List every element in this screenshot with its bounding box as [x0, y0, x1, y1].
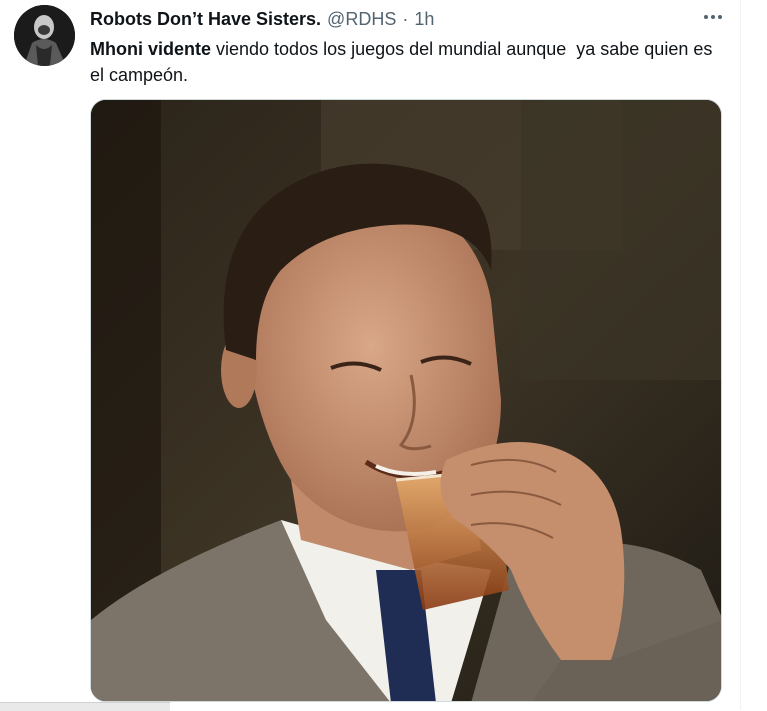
timestamp[interactable]: 1h — [414, 9, 434, 30]
tweet-header: Robots Don’t Have Sisters. @RDHS · 1h — [90, 8, 434, 30]
avatar[interactable] — [14, 5, 75, 66]
separator-dot: · — [402, 8, 409, 29]
timeline-divider — [740, 0, 741, 710]
meme-image — [91, 100, 721, 701]
tweet-text-bold: Mhoni vidente — [90, 39, 211, 59]
avatar-image — [14, 5, 75, 66]
tweet-text: Mhoni vidente viendo todos los juegos de… — [90, 36, 730, 88]
tweet: Robots Don’t Have Sisters. @RDHS · 1h Mh… — [0, 0, 767, 711]
display-name[interactable]: Robots Don’t Have Sisters. — [90, 9, 321, 30]
more-horizontal-icon[interactable] — [700, 6, 726, 28]
tweet-media[interactable] — [90, 99, 722, 702]
user-handle[interactable]: @RDHS — [327, 9, 396, 30]
